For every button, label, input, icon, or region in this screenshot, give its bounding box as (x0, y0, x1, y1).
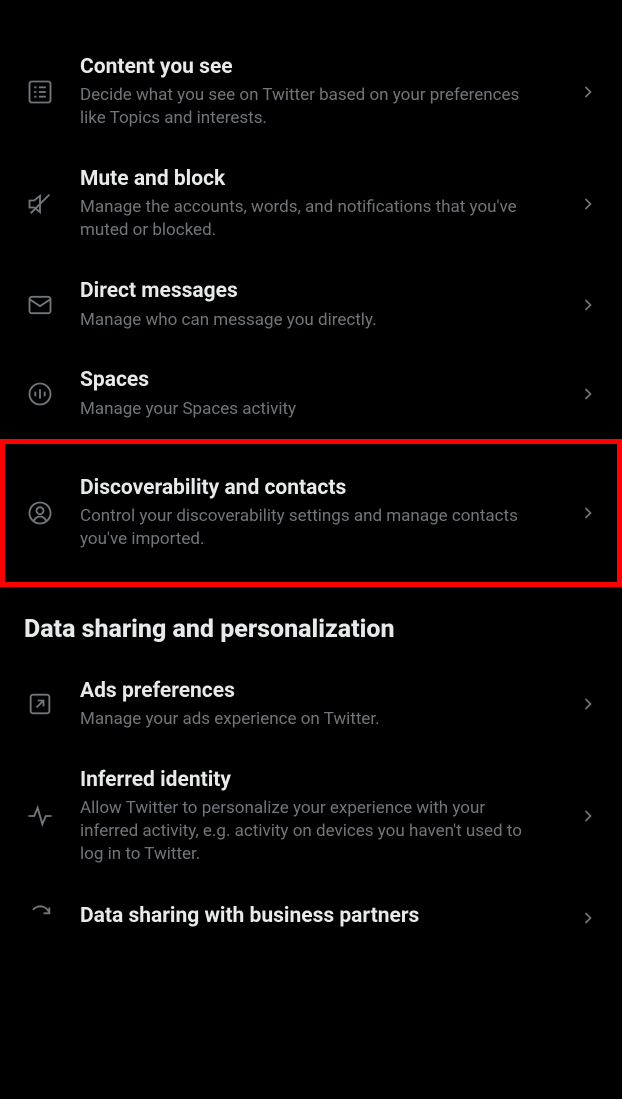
item-text: Inferred identity Allow Twitter to perso… (80, 767, 554, 866)
item-text: Data sharing with business partners (80, 903, 554, 933)
settings-item-ads-preferences[interactable]: Ads preferences Manage your ads experien… (0, 660, 622, 749)
item-text: Discoverability and contacts Control you… (80, 475, 554, 551)
sync-arrows-icon (24, 902, 56, 934)
chevron-right-icon (578, 806, 598, 826)
mute-icon (24, 188, 56, 220)
spaces-mic-icon (24, 378, 56, 410)
ads-arrow-box-icon (24, 688, 56, 720)
item-subtitle: Control your discoverability settings an… (80, 505, 546, 551)
settings-item-inferred-identity[interactable]: Inferred identity Allow Twitter to perso… (0, 749, 622, 884)
item-title: Inferred identity (80, 767, 546, 793)
chevron-right-icon (578, 295, 598, 315)
chevron-right-icon (578, 194, 598, 214)
chevron-right-icon (578, 82, 598, 102)
item-subtitle: Manage your Spaces activity (80, 398, 546, 421)
item-text: Spaces Manage your Spaces activity (80, 367, 554, 420)
item-text: Content you see Decide what you see on T… (80, 54, 554, 130)
settings-item-discoverability[interactable]: Discoverability and contacts Control you… (0, 439, 622, 587)
envelope-icon (24, 289, 56, 321)
settings-list: Content you see Decide what you see on T… (0, 0, 622, 952)
item-text: Mute and block Manage the accounts, word… (80, 166, 554, 242)
section-header-data-sharing: Data sharing and personalization (0, 587, 622, 660)
contacts-person-icon (24, 497, 56, 529)
item-subtitle: Manage your ads experience on Twitter. (80, 708, 546, 731)
chevron-right-icon (578, 503, 598, 523)
item-subtitle: Manage the accounts, words, and notifica… (80, 196, 546, 242)
item-title: Content you see (80, 54, 546, 80)
item-subtitle: Allow Twitter to personalize your experi… (80, 797, 546, 866)
settings-item-data-sharing-partners[interactable]: Data sharing with business partners (0, 884, 622, 952)
item-subtitle: Decide what you see on Twitter based on … (80, 84, 546, 130)
item-title: Data sharing with business partners (80, 903, 546, 929)
settings-item-mute-block[interactable]: Mute and block Manage the accounts, word… (0, 148, 622, 260)
chevron-right-icon (578, 384, 598, 404)
item-title: Spaces (80, 367, 546, 393)
content-list-icon (24, 76, 56, 108)
settings-item-spaces[interactable]: Spaces Manage your Spaces activity (0, 349, 622, 438)
chevron-right-icon (578, 694, 598, 714)
settings-item-direct-messages[interactable]: Direct messages Manage who can message y… (0, 260, 622, 349)
item-text: Ads preferences Manage your ads experien… (80, 678, 554, 731)
item-text: Direct messages Manage who can message y… (80, 278, 554, 331)
item-title: Mute and block (80, 166, 546, 192)
settings-item-content-you-see[interactable]: Content you see Decide what you see on T… (0, 36, 622, 148)
item-title: Ads preferences (80, 678, 546, 704)
item-subtitle: Manage who can message you directly. (80, 309, 546, 332)
item-title: Direct messages (80, 278, 546, 304)
chevron-right-icon (578, 908, 598, 928)
activity-pulse-icon (24, 800, 56, 832)
item-title: Discoverability and contacts (80, 475, 546, 501)
